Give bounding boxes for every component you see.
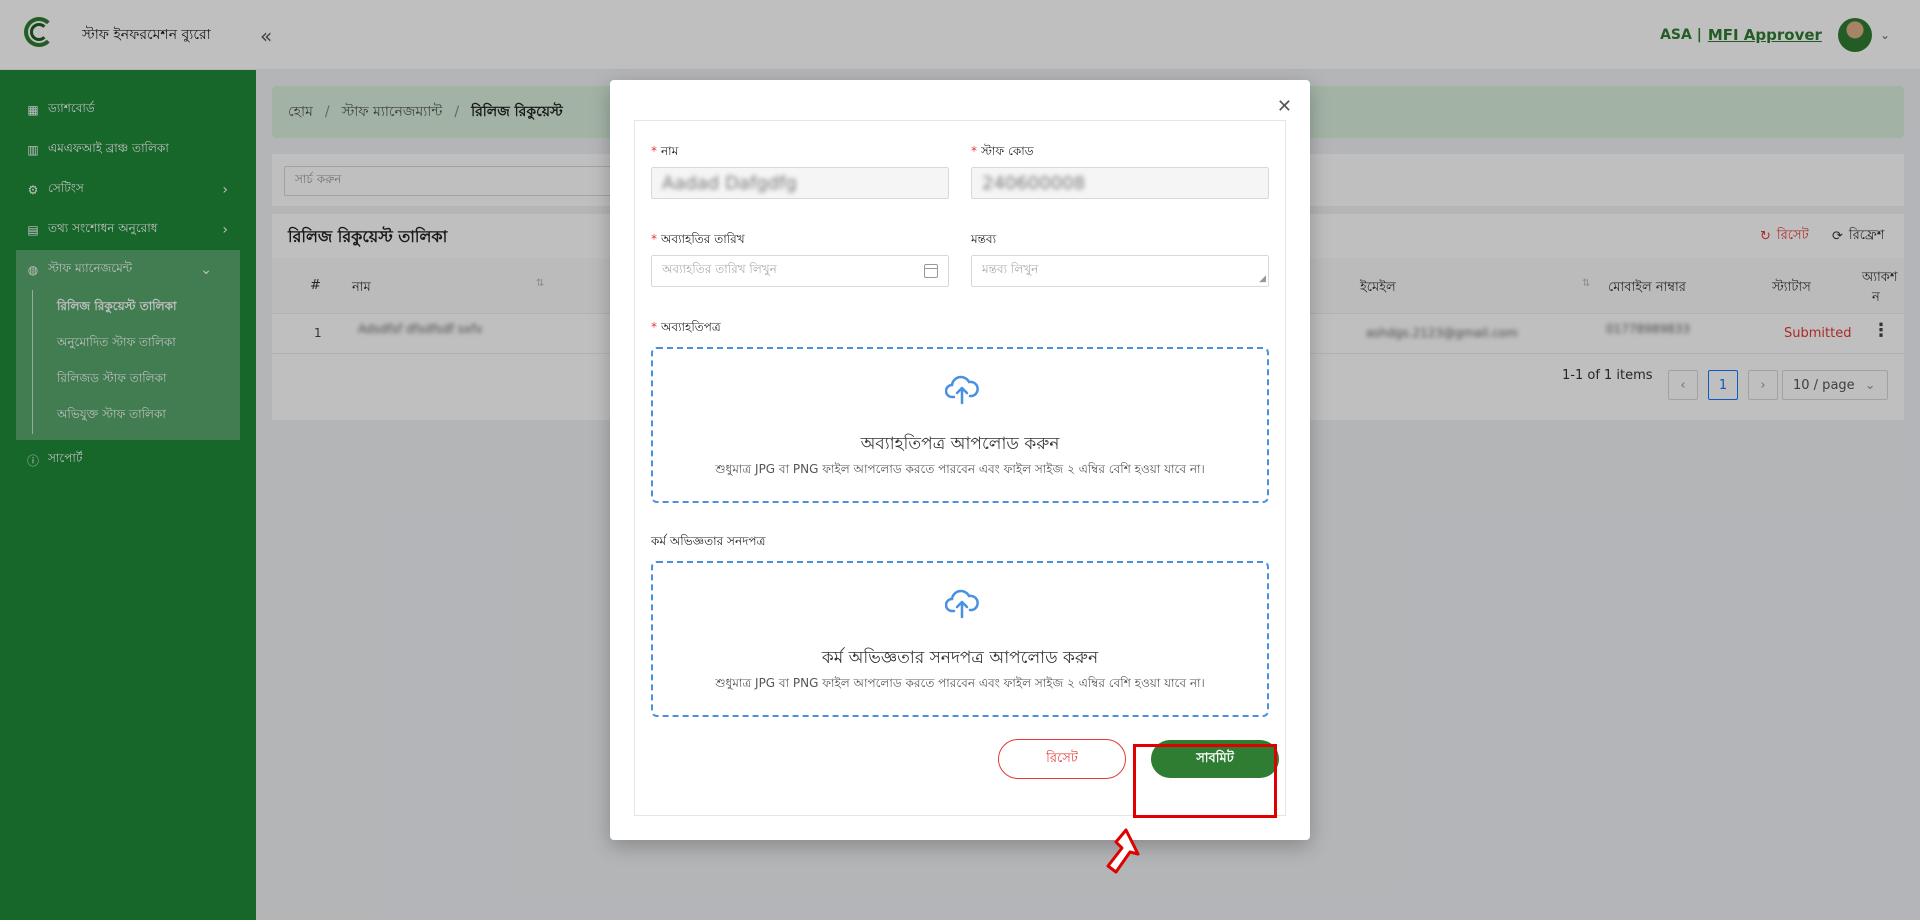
reset-button[interactable]: রিসেট (998, 739, 1126, 779)
calendar-icon[interactable] (924, 264, 938, 278)
highlight-box (1133, 744, 1277, 818)
comment-label: মন্তব্য (971, 232, 997, 246)
release-date-placeholder: অব্যাহতির তারিখ লিখুন (662, 262, 777, 276)
close-icon[interactable]: ✕ (1277, 96, 1292, 117)
experience-upload-title: কর্ম অভিজ্ঞতার সনদপত্র আপলোড করুন (821, 648, 1099, 668)
cloud-upload-icon (945, 375, 979, 405)
name-field: Aadad Dafgdfg (651, 167, 949, 199)
staff-code-field: 240600008 (971, 167, 1269, 199)
name-label: * নাম (651, 144, 679, 158)
pointer-arrow-icon (1106, 828, 1140, 874)
upload-hint: শুধুমাত্র JPG বা PNG ফাইল আপলোড করতে পার… (715, 462, 1205, 476)
staff-code-label: * স্টাফ কোড (971, 144, 1034, 158)
upload-hint: শুধুমাত্র JPG বা PNG ফাইল আপলোড করতে পার… (715, 676, 1205, 690)
name-value: Aadad Dafgdfg (662, 172, 797, 194)
comment-placeholder: মন্তব্য লিখুন (982, 262, 1039, 276)
release-form: * নাম Aadad Dafgdfg * স্টাফ কোড 240600008 … (634, 120, 1286, 816)
staff-code-value: 240600008 (982, 172, 1086, 194)
cloud-upload-icon (945, 589, 979, 619)
release-letter-label: * অব্যাহতিপত্র (651, 320, 721, 334)
comment-textarea[interactable]: মন্তব্য লিখুন ◢ (971, 255, 1269, 287)
experience-certificate-upload[interactable]: কর্ম অভিজ্ঞতার সনদপত্র আপলোড করুন শুধুমা… (651, 561, 1269, 717)
release-date-picker[interactable]: অব্যাহতির তারিখ লিখুন (651, 255, 949, 287)
resize-handle-icon[interactable]: ◢ (1259, 274, 1266, 284)
release-letter-upload-title: অব্যাহতিপত্র আপলোড করুন (860, 434, 1060, 454)
experience-certificate-label: কর্ম অভিজ্ঞতার সনদপত্র (651, 534, 766, 548)
release-date-label: * অব্যাহতির তারিখ (651, 232, 745, 246)
release-letter-upload[interactable]: অব্যাহতিপত্র আপলোড করুন শুধুমাত্র JPG বা… (651, 347, 1269, 503)
release-request-modal: ✕ * নাম Aadad Dafgdfg * স্টাফ কোড 24060000… (610, 80, 1310, 840)
